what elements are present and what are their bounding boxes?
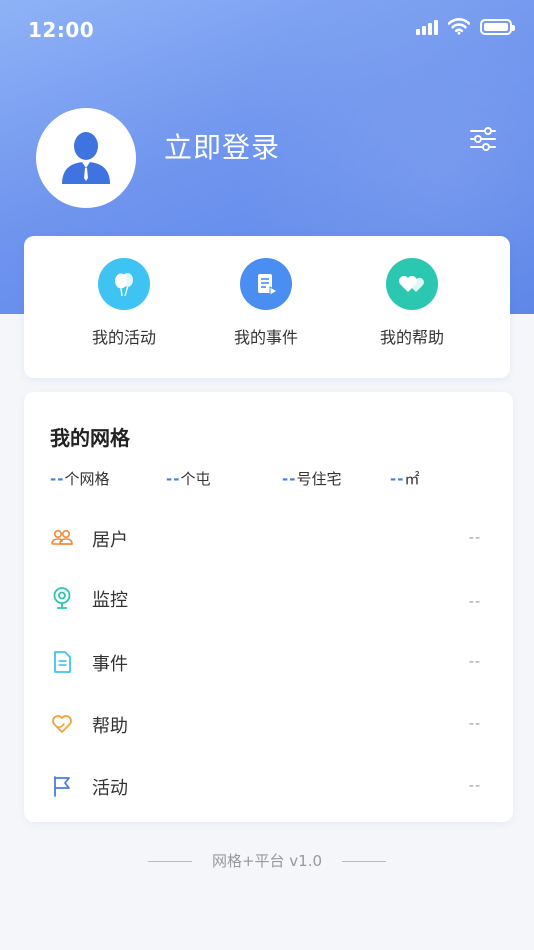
quick-action-activity[interactable]: 我的活动: [64, 258, 184, 348]
stat-residences: --号住宅: [282, 470, 342, 488]
grid-row-residents[interactable]: 居户 --: [24, 518, 513, 558]
footer-version: 网格+平台 v1.0: [0, 850, 534, 871]
mine-screen: 12:00 立即登录 我的活动 我的事件 我的帮助 我的网格 --个网格 --个…: [0, 0, 534, 950]
quick-action-label: 我的活动: [91, 328, 156, 347]
status-icons: [416, 18, 515, 35]
heart-hand-icon: [50, 712, 74, 736]
row-label: 居户: [92, 530, 128, 551]
residents-icon: [50, 526, 74, 550]
signal-icon: [416, 19, 438, 35]
stat-villages: --个屯: [166, 470, 211, 488]
grid-row-activities[interactable]: 活动 --: [24, 766, 513, 806]
quick-action-label: 我的事件: [233, 328, 298, 347]
login-link[interactable]: 立即登录: [164, 126, 280, 166]
my-grid-card: 我的网格 --个网格 --个屯 --号住宅 --㎡ 居户 -- 监控 -- 事件…: [24, 392, 513, 822]
battery-icon: [480, 18, 515, 35]
status-time: 12:00: [28, 18, 95, 42]
hearts-icon: [386, 258, 438, 310]
row-label: 事件: [92, 654, 128, 675]
row-value: --: [468, 654, 481, 670]
grid-row-monitoring[interactable]: 监控 --: [24, 578, 513, 618]
row-label: 帮助: [92, 716, 128, 737]
user-avatar-icon: [62, 132, 110, 184]
document-play-icon: [240, 258, 292, 310]
stat-grids: --个网格: [50, 470, 110, 488]
status-bar: 12:00: [0, 0, 534, 60]
row-value: --: [468, 778, 481, 794]
grid-row-help[interactable]: 帮助 --: [24, 704, 513, 744]
settings-button[interactable]: [466, 122, 500, 156]
flag-icon: [50, 774, 74, 798]
footer-divider: [147, 861, 192, 862]
row-value: --: [468, 716, 481, 732]
camera-icon: [50, 586, 74, 610]
row-label: 活动: [92, 778, 128, 799]
wifi-icon: [448, 18, 470, 35]
quick-actions-card: 我的活动 我的事件 我的帮助: [24, 236, 510, 378]
sliders-icon: [470, 127, 496, 151]
grid-row-events[interactable]: 事件 --: [24, 642, 513, 682]
grid-title: 我的网格: [50, 426, 130, 450]
avatar[interactable]: [36, 108, 136, 208]
document-icon: [50, 650, 74, 674]
row-value: --: [468, 594, 481, 610]
quick-action-help[interactable]: 我的帮助: [352, 258, 472, 348]
balloon-icon: [98, 258, 150, 310]
footer-text: 网格+平台 v1.0: [211, 852, 323, 870]
row-value: --: [468, 530, 481, 546]
quick-action-label: 我的帮助: [379, 328, 444, 347]
quick-action-events[interactable]: 我的事件: [206, 258, 326, 348]
footer-divider: [342, 861, 387, 862]
row-label: 监控: [92, 590, 128, 611]
stat-area: --㎡: [390, 470, 420, 488]
